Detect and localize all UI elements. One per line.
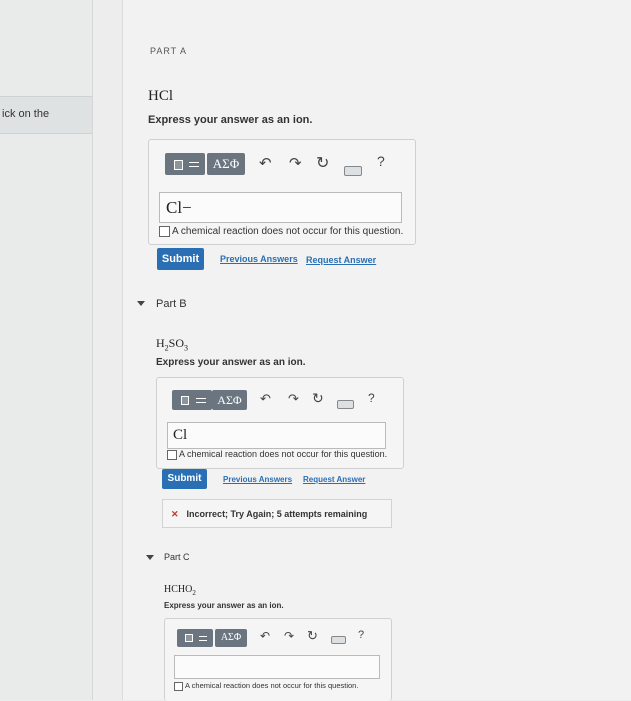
part-c-no-reaction-checkbox[interactable] bbox=[174, 681, 183, 691]
template-square-icon bbox=[181, 396, 189, 405]
part-b-checkbox-label: A chemical reaction does not occur for t… bbox=[179, 449, 388, 459]
part-b-feedback-text: Incorrect; Try Again; 5 attempts remaini… bbox=[186, 509, 368, 519]
part-a-previous-answers-link[interactable]: Previous Answers bbox=[220, 254, 298, 264]
keyboard-icon[interactable] bbox=[331, 636, 346, 644]
part-b-request-answer-link[interactable]: Request Answer bbox=[303, 475, 365, 484]
left-panel: ick on the bbox=[0, 0, 93, 700]
part-c-answer-editor: ΑΣΦ ↶ ↷ ↻ ? A chemical reaction does not… bbox=[164, 618, 392, 701]
part-c-formula: HCHO2 bbox=[164, 584, 196, 597]
part-c-header[interactable]: Part C bbox=[164, 552, 190, 562]
template-square-icon bbox=[185, 634, 193, 642]
symbols-button[interactable]: ΑΣΦ bbox=[207, 153, 245, 175]
part-b-feedback-box: ✕ Incorrect; Try Again; 5 attempts remain… bbox=[162, 499, 392, 528]
part-a-no-reaction-checkbox-row[interactable]: A chemical reaction does not occur for t… bbox=[159, 226, 403, 237]
part-b-no-reaction-checkbox-row[interactable]: A chemical reaction does not occur for t… bbox=[167, 449, 387, 460]
part-b-formula: H2SO3 bbox=[156, 336, 189, 353]
undo-icon[interactable]: ↶ bbox=[260, 391, 271, 407]
template-square-icon bbox=[174, 160, 183, 170]
part-c-answer-input[interactable] bbox=[174, 655, 380, 679]
keyboard-icon[interactable] bbox=[344, 166, 362, 176]
keyboard-icon[interactable] bbox=[337, 400, 354, 409]
redo-icon[interactable]: ↷ bbox=[284, 629, 294, 643]
part-c-collapse-caret[interactable] bbox=[146, 555, 154, 560]
part-c-checkbox-label: A chemical reaction does not occur for t… bbox=[185, 681, 359, 690]
templates-button[interactable] bbox=[165, 153, 205, 175]
part-a-answer-input[interactable]: Cl− bbox=[159, 192, 402, 223]
part-b-previous-answers-link[interactable]: Previous Answers bbox=[223, 475, 292, 484]
part-c-instruction: Express your answer as an ion. bbox=[164, 601, 284, 610]
part-a-title-fragment: PART A bbox=[150, 46, 188, 56]
help-icon[interactable]: ? bbox=[358, 629, 364, 641]
reset-icon[interactable]: ↻ bbox=[316, 153, 329, 173]
part-b-header[interactable]: Part B bbox=[156, 298, 187, 310]
side-tab-label: ick on the bbox=[2, 108, 50, 120]
main-content bbox=[122, 0, 631, 700]
part-b-answer-editor: ΑΣΦ ↶ ↷ ↻ ? Cl A chemical reaction does … bbox=[156, 377, 404, 469]
redo-icon[interactable]: ↷ bbox=[288, 391, 299, 407]
part-b-collapse-caret[interactable] bbox=[137, 301, 145, 306]
part-a-request-answer-link[interactable]: Request Answer bbox=[306, 255, 376, 265]
part-b-answer-input[interactable]: Cl bbox=[167, 422, 386, 449]
incorrect-x-icon: ✕ bbox=[171, 509, 179, 519]
part-b-submit-button[interactable]: Submit bbox=[162, 469, 207, 489]
templates-button[interactable] bbox=[172, 390, 212, 410]
undo-icon[interactable]: ↶ bbox=[260, 629, 270, 643]
part-a-checkbox-label: A chemical reaction does not occur for t… bbox=[172, 226, 404, 238]
symbols-button[interactable]: ΑΣΦ bbox=[212, 390, 247, 410]
part-b-no-reaction-checkbox[interactable] bbox=[167, 449, 177, 460]
symbols-button[interactable]: ΑΣΦ bbox=[215, 629, 247, 647]
part-c-no-reaction-checkbox-row[interactable]: A chemical reaction does not occur for t… bbox=[174, 681, 358, 691]
redo-icon[interactable]: ↷ bbox=[289, 154, 302, 172]
part-a-answer-editor: ΑΣΦ ↶ ↷ ↻ ? Cl− A chemical reaction does… bbox=[148, 139, 416, 245]
part-a-instruction: Express your answer as an ion. bbox=[148, 114, 313, 126]
reset-icon[interactable]: ↻ bbox=[307, 628, 318, 644]
templates-button[interactable] bbox=[177, 629, 213, 647]
part-a-no-reaction-checkbox[interactable] bbox=[159, 226, 170, 237]
part-a-submit-button[interactable]: Submit bbox=[157, 248, 204, 270]
help-icon[interactable]: ? bbox=[377, 153, 385, 169]
undo-icon[interactable]: ↶ bbox=[259, 154, 272, 172]
part-b-instruction: Express your answer as an ion. bbox=[156, 357, 306, 368]
reset-icon[interactable]: ↻ bbox=[312, 390, 324, 407]
help-icon[interactable]: ? bbox=[368, 391, 375, 405]
part-a-formula: HCl bbox=[148, 88, 174, 104]
side-tab[interactable]: ick on the bbox=[0, 96, 92, 134]
